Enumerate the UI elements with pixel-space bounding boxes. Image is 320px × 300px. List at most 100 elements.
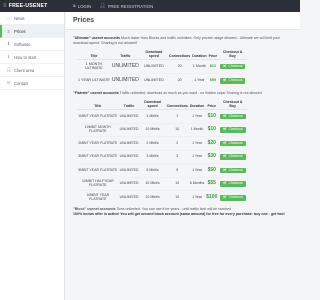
- cell-traffic: UNLIMITED: [118, 163, 140, 178]
- cell-speed: 2 Mbit/s: [139, 136, 166, 151]
- cell-traffic: UNLIMITED: [110, 59, 140, 74]
- cell-duration: 1 Year: [188, 136, 206, 151]
- table-row: 10MBIT MONTH FLATRATE UNLIMITED 10 Mbit/…: [77, 122, 247, 137]
- col-header-traffic: Traffic: [110, 48, 140, 61]
- sidebar-item-client-area[interactable]: 👤︎ Client area: [0, 64, 64, 77]
- user-icon: 👤︎: [99, 3, 106, 9]
- menu-icon[interactable]: ≡: [3, 3, 7, 9]
- cell-price: $100: [205, 190, 219, 205]
- table-row: 10MBIT YEAR FLATRATE UNLIMITED 10 Mbit/s…: [77, 190, 247, 205]
- checkout-button[interactable]: 🛒︎ Checkout: [219, 113, 246, 120]
- cart-icon: 🛒︎: [222, 113, 228, 118]
- col-header-traffic: Traffic: [118, 98, 140, 111]
- checkout-button[interactable]: 🛒︎ Checkout: [219, 63, 246, 70]
- col-header-duration: Duration: [188, 98, 206, 111]
- sidebar-item-software[interactable]: ⬇ Software: [0, 38, 64, 51]
- sidebar-item-label: News: [14, 15, 25, 21]
- cell-connections: 1: [165, 109, 189, 124]
- brand[interactable]: ≡ FREE-USENET: [0, 0, 65, 12]
- checkout-label: Checkout: [228, 127, 243, 132]
- ultimate-heading: "Ultimate" usenet accounts: [73, 36, 120, 40]
- sidebar-item-prices[interactable]: $ Prices: [0, 25, 64, 38]
- block-heading: "Block" usenet accounts: [73, 207, 116, 212]
- cell-traffic: UNLIMITED: [118, 136, 140, 151]
- cell-duration: 1 Year: [191, 73, 208, 88]
- sidebar-item-label: Client area: [14, 67, 35, 73]
- cell-speed: 10 Mbit/s: [139, 190, 166, 205]
- checkout-label: Checkout: [228, 181, 243, 186]
- sidebar-item-contact[interactable]: ✉ Contact: [0, 77, 64, 90]
- cell-price: $50: [205, 163, 219, 178]
- mail-icon: ✉: [6, 80, 11, 85]
- cell-connections: 3: [165, 149, 189, 164]
- cart-icon: 🛒︎: [222, 167, 228, 172]
- checkout-button[interactable]: 🛒︎ Checkout: [219, 195, 246, 201]
- checkout-label: Checkout: [228, 167, 243, 172]
- lock-icon: 🔒︎: [73, 3, 76, 9]
- flatrate-intro: "Flatrate" usenet accounts Traffic unlim…: [73, 91, 293, 96]
- sidebar-item-label: Prices: [14, 28, 26, 34]
- table-header-row: Title Traffic Download speed Connections…: [77, 48, 247, 61]
- cell-title: 10MBIT YEAR FLATRATE: [77, 190, 119, 205]
- cell-price: $55: [205, 176, 219, 191]
- checkout-button[interactable]: 🛒︎ Checkout: [219, 167, 246, 174]
- cell-title: 10MBIT HALFYEAR FLATRATE: [77, 176, 119, 191]
- cell-price: $10: [205, 122, 219, 137]
- cell-title: 10MBIT MONTH FLATRATE: [77, 122, 119, 137]
- sidebar-item-news[interactable]: ⌂ News: [0, 12, 64, 25]
- cell-connections: 20: [168, 59, 192, 74]
- cell-price: $99: [207, 73, 219, 88]
- cart-icon: 🛒︎: [222, 127, 228, 132]
- bonus-offer: 100% bonus offer is active! You will get…: [73, 211, 285, 216]
- sidebar-item-how-to-start[interactable]: ℹ How to start: [0, 51, 64, 64]
- cell-connections: 20: [168, 73, 192, 88]
- table-row: 3MBIT YEAR FLATRATE UNLIMITED 3 Mbit/s 3…: [77, 149, 247, 164]
- cell-traffic: UNLIMITED: [118, 176, 140, 191]
- checkout-button[interactable]: 🛒︎ Checkout: [219, 140, 246, 147]
- table-row: 1 MONTH ULTIMATE UNLIMITED UNLIMITED 20 …: [77, 59, 247, 74]
- cell-duration: 6 Months: [188, 176, 206, 191]
- checkout-button[interactable]: 🛒︎ Checkout: [219, 181, 246, 187]
- cell-title: 1MBIT YEAR FLATRATE: [77, 109, 119, 124]
- cell-speed: UNLIMITED: [139, 73, 169, 88]
- cell-duration: 1 Year: [188, 190, 206, 205]
- checkout-button[interactable]: 🛒︎ Checkout: [219, 154, 246, 160]
- ultimate-price-table: Title Traffic Download speed Connections…: [77, 48, 247, 88]
- cell-duration: 1 Month: [191, 59, 208, 74]
- cell-speed: 1 Mbit/s: [139, 109, 166, 124]
- col-header-speed: Download speed: [139, 98, 166, 111]
- ultimate-intro: "Ultimate" usenet accounts Much faster t…: [73, 36, 293, 45]
- download-icon: ⬇: [6, 41, 11, 46]
- checkout-label: Checkout: [228, 140, 243, 145]
- free-registration-link[interactable]: 👤︎ FREE REGISTRATION: [99, 3, 153, 9]
- cell-connections: 2: [165, 136, 189, 151]
- cell-price: $30: [205, 149, 219, 164]
- sidebar-item-label: Contact: [14, 80, 29, 86]
- checkout-button[interactable]: 🛒︎ Checkout: [219, 127, 246, 133]
- cell-speed: 3 Mbit/s: [139, 149, 166, 164]
- sidebar-item-label: Software: [14, 41, 31, 47]
- free-registration-label: FREE REGISTRATION: [107, 3, 154, 9]
- col-header-connections: Connections: [165, 98, 189, 111]
- cell-checkout: 🛒︎ Checkout: [218, 73, 247, 88]
- login-link[interactable]: 🔒︎ LOGIN: [73, 3, 91, 9]
- checkout-label: Checkout: [228, 154, 243, 159]
- info-icon: ℹ: [7, 54, 10, 59]
- col-header-title: Title: [77, 48, 111, 61]
- table-row: 2MBIT YEAR FLATRATE UNLIMITED 2 Mbit/s 2…: [77, 136, 247, 151]
- sidebar: ⌂ News $ Prices ⬇ Software ℹ How to star…: [0, 12, 65, 300]
- cell-duration: 1 Month: [188, 122, 206, 137]
- cell-duration: 1 Year: [188, 149, 206, 164]
- col-header-duration: Duration: [191, 48, 208, 61]
- cell-title: 2MBIT YEAR FLATRATE: [77, 136, 119, 151]
- cell-connections: 10: [165, 190, 189, 205]
- cell-duration: 1 Year: [188, 109, 206, 124]
- table-row: 5MBIT YEAR FLATRATE UNLIMITED 5 Mbit/s 5…: [77, 163, 247, 178]
- col-header-connections: Connections: [168, 48, 192, 61]
- cell-speed: 5 Mbit/s: [139, 163, 166, 178]
- cell-duration: 1 Year: [188, 163, 206, 178]
- checkout-button[interactable]: 🛒︎ Checkout: [219, 78, 246, 84]
- cell-speed: 10 Mbit/s: [139, 176, 166, 191]
- cell-checkout: 🛒︎ Checkout: [218, 59, 247, 74]
- block-description: Time-unlimited. You can use it for years…: [115, 207, 232, 212]
